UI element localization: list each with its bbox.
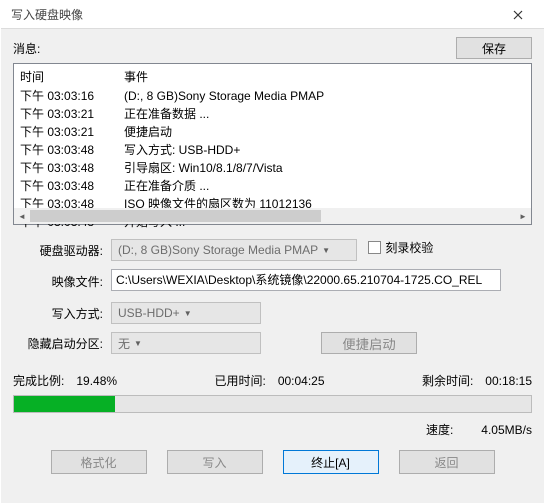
chevron-down-icon: ▼ xyxy=(134,339,142,348)
write-mode-value: USB-HDD+ xyxy=(118,306,180,320)
log-time: 下午 03:03:48 xyxy=(20,141,124,159)
log-event: 引导扇区: Win10/8.1/8/7/Vista xyxy=(124,159,531,177)
drive-dropdown[interactable]: (D:, 8 GB)Sony Storage Media PMAP ▼ xyxy=(111,239,357,261)
scroll-track[interactable] xyxy=(30,208,515,224)
log-header-time: 时间 xyxy=(20,68,124,85)
titlebar: 写入硬盘映像 xyxy=(1,1,544,29)
row-image: 映像文件: C:\Users\WEXIA\Desktop\系统镜像\22000.… xyxy=(13,269,532,294)
hide-partition-label: 隐藏启动分区: xyxy=(13,335,111,352)
log-event: 便捷启动 xyxy=(124,123,531,141)
message-label: 消息: xyxy=(13,40,456,57)
button-row: 格式化 写入 终止[A] 返回 xyxy=(13,450,532,474)
elapsed-value: 00:04:25 xyxy=(278,374,325,388)
log-panel: 时间 下午 03:03:16下午 03:03:21下午 03:03:21下午 0… xyxy=(13,63,532,225)
save-button[interactable]: 保存 xyxy=(456,37,532,59)
log-event: (D:, 8 GB)Sony Storage Media PMAP xyxy=(124,87,531,105)
done-label: 完成比例: xyxy=(13,372,64,389)
dialog-window: 写入硬盘映像 消息: 保存 时间 下午 03:03:16下午 03:03:21下… xyxy=(0,0,545,504)
back-button[interactable]: 返回 xyxy=(399,450,495,474)
verify-checkbox-wrap[interactable]: 刻录校验 xyxy=(368,239,433,256)
log-time: 下午 03:03:48 xyxy=(20,159,124,177)
log-time: 下午 03:03:21 xyxy=(20,123,124,141)
stats-row: 完成比例: 19.48% 已用时间: 00:04:25 剩余时间: 00:18:15 xyxy=(13,372,532,389)
window-title: 写入硬盘映像 xyxy=(11,6,498,23)
row-hide-partition: 隐藏启动分区: 无 ▼ 便捷启动 xyxy=(13,332,532,354)
row-write-mode: 写入方式: USB-HDD+ ▼ xyxy=(13,302,532,324)
speed-row: 速度: 4.05MB/s xyxy=(13,421,532,438)
image-label: 映像文件: xyxy=(13,273,111,290)
log-time: 下午 03:03:16 xyxy=(20,87,124,105)
log-event: 写入方式: USB-HDD+ xyxy=(124,141,531,159)
chevron-down-icon: ▼ xyxy=(184,309,192,318)
close-button[interactable] xyxy=(498,1,538,29)
abort-button[interactable]: 终止[A] xyxy=(283,450,379,474)
log-header-event: 事件 xyxy=(124,68,531,85)
hide-partition-value: 无 xyxy=(118,335,130,352)
scrollbar-horizontal[interactable]: ◄ ► xyxy=(14,208,531,224)
progress-bar xyxy=(13,395,532,413)
scroll-thumb[interactable] xyxy=(30,210,321,222)
verify-checkbox[interactable] xyxy=(368,241,381,254)
close-icon xyxy=(513,10,523,20)
remain-label: 剩余时间: xyxy=(422,372,473,389)
remain-value: 00:18:15 xyxy=(485,374,532,388)
message-row: 消息: 保存 xyxy=(13,37,532,59)
drive-label: 硬盘驱动器: xyxy=(13,242,111,259)
log-time: 下午 03:03:48 xyxy=(20,177,124,195)
done-value: 19.48% xyxy=(76,374,117,388)
log-event: 正在准备介质 ... xyxy=(124,177,531,195)
scroll-left-icon[interactable]: ◄ xyxy=(14,208,30,224)
drive-value: (D:, 8 GB)Sony Storage Media PMAP xyxy=(118,243,318,257)
progress-fill xyxy=(14,396,115,412)
verify-label: 刻录校验 xyxy=(385,239,433,256)
write-mode-label: 写入方式: xyxy=(13,305,111,322)
quick-boot-button[interactable]: 便捷启动 xyxy=(321,332,417,354)
scroll-right-icon[interactable]: ► xyxy=(515,208,531,224)
write-button[interactable]: 写入 xyxy=(167,450,263,474)
format-button[interactable]: 格式化 xyxy=(51,450,147,474)
row-drive: 硬盘驱动器: (D:, 8 GB)Sony Storage Media PMAP… xyxy=(13,239,532,261)
hide-partition-dropdown[interactable]: 无 ▼ xyxy=(111,332,261,354)
content-area: 消息: 保存 时间 下午 03:03:16下午 03:03:21下午 03:03… xyxy=(1,29,544,503)
elapsed-label: 已用时间: xyxy=(214,372,265,389)
log-time: 下午 03:03:21 xyxy=(20,105,124,123)
image-file-input[interactable]: C:\Users\WEXIA\Desktop\系统镜像\22000.65.210… xyxy=(111,269,501,291)
write-mode-dropdown[interactable]: USB-HDD+ ▼ xyxy=(111,302,261,324)
log-event: 正在准备数据 ... xyxy=(124,105,531,123)
speed-label: 速度: xyxy=(426,421,453,438)
speed-value: 4.05MB/s xyxy=(481,423,532,437)
chevron-down-icon: ▼ xyxy=(322,246,330,255)
